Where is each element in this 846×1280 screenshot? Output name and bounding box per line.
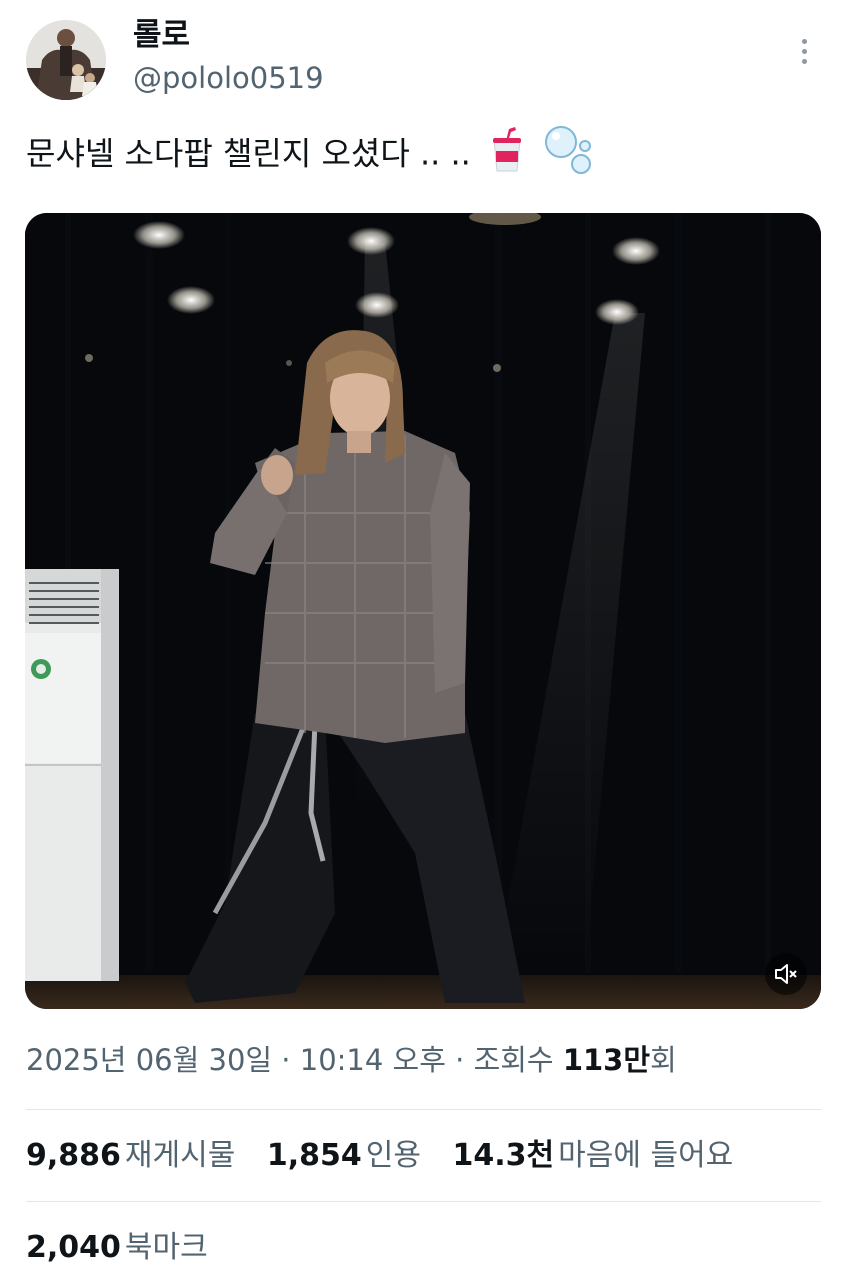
- views-suffix: 회: [650, 1043, 677, 1077]
- avatar[interactable]: [26, 20, 106, 100]
- quotes-label: 인용: [365, 1138, 421, 1173]
- bookmarks-count: 2,040: [26, 1230, 121, 1265]
- reposts-count: 9,886: [26, 1138, 121, 1173]
- tweet-body: 문샤넬 소다팝 챌린지 오셨다 .. ..: [26, 124, 816, 187]
- speaker-muted-icon: [775, 964, 797, 984]
- tweet-text: 문샤넬 소다팝 챌린지 오셨다 .. ..: [26, 134, 471, 173]
- cup-with-straw-emoji: [489, 127, 525, 184]
- meta-separator: ·: [445, 1043, 474, 1077]
- divider: [26, 1109, 821, 1110]
- quotes-stat[interactable]: 1,854 인용: [267, 1136, 421, 1176]
- reposts-label: 재게시물: [124, 1138, 236, 1173]
- meta-separator: ·: [272, 1043, 300, 1077]
- views-count: 113만: [562, 1043, 651, 1077]
- bookmarks-label: 북마크: [124, 1230, 208, 1265]
- tweet-header: 롤로 @pololo0519: [0, 0, 846, 110]
- reposts-stat[interactable]: 9,886 재게시물: [26, 1136, 235, 1176]
- display-name[interactable]: 롤로: [133, 16, 190, 54]
- likes-count: 14.3천: [452, 1138, 555, 1173]
- engagement-stats: 9,886 재게시물 1,854 인용 14.3천 마음에 들어요: [26, 1136, 755, 1176]
- bookmarks-stat[interactable]: 2,040 북마크: [26, 1228, 208, 1268]
- bubbles-emoji: [543, 124, 595, 187]
- views-label: 조회수: [473, 1043, 563, 1077]
- more-options-icon[interactable]: [790, 34, 818, 68]
- quotes-count: 1,854: [266, 1138, 362, 1173]
- mute-toggle-button[interactable]: [765, 953, 807, 995]
- video-frame: [25, 213, 821, 1009]
- user-handle[interactable]: @pololo0519: [133, 60, 324, 96]
- divider: [26, 1201, 821, 1202]
- tweet-metadata: 2025년 06월 30일 · 10:14 오후 · 조회수 113만회: [26, 1040, 677, 1080]
- tweet-time[interactable]: 10:14 오후: [300, 1043, 446, 1077]
- likes-label: 마음에 들어요: [558, 1138, 734, 1173]
- tweet-video[interactable]: [25, 213, 821, 1009]
- tweet-date[interactable]: 2025년 06월 30일: [26, 1043, 272, 1077]
- likes-stat[interactable]: 14.3천 마음에 들어요: [453, 1136, 734, 1176]
